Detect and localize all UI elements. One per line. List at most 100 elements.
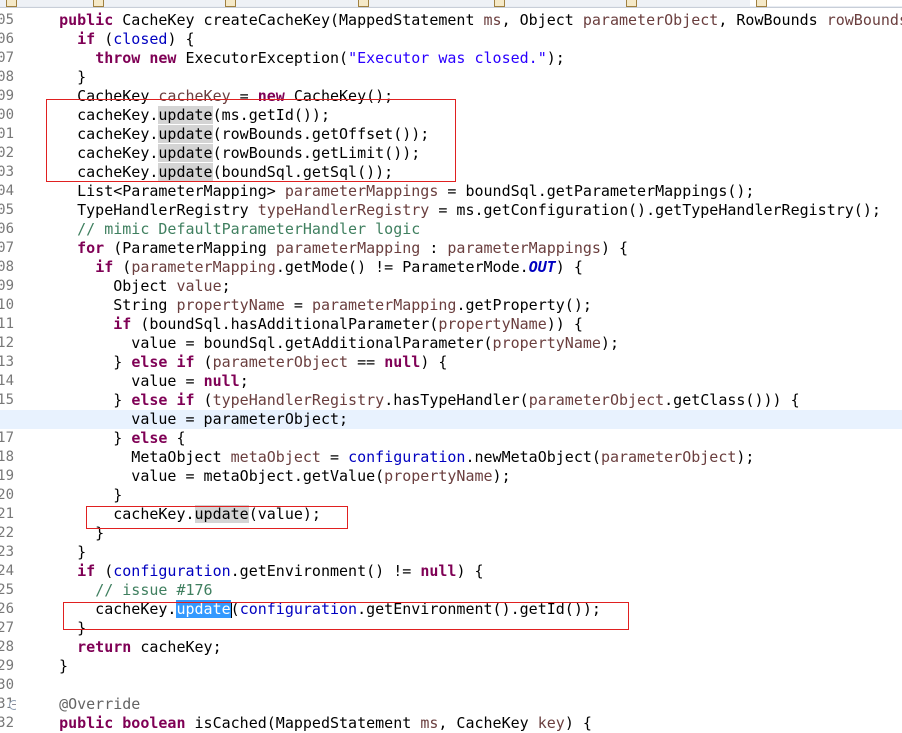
keyword: public (59, 11, 114, 29)
code-line: String propertyName = parameterMapping.g… (0, 296, 902, 315)
variable: parameterObject (528, 391, 665, 409)
code-line: } else if (typeHandlerRegistry.hasTypeHa… (0, 391, 902, 410)
code-line: TypeHandlerRegistry typeHandlerRegistry … (0, 201, 902, 220)
keyword: null (203, 372, 240, 390)
variable: typeHandlerRegistry (212, 391, 385, 409)
keyword: if (77, 562, 96, 580)
code-token: ( (230, 600, 240, 618)
variable: parameterMapping (311, 296, 457, 314)
keyword: if (95, 258, 114, 276)
code-line: } (0, 68, 902, 87)
variable: ms (483, 11, 502, 29)
variable: parameterObject (582, 11, 719, 29)
variable: propertyName (492, 334, 601, 352)
keyword: if (77, 30, 96, 48)
code-line: if (boundSql.hasAdditionalParameter(prop… (0, 315, 902, 334)
code-token: } (41, 391, 132, 409)
variable: parameterMapping (131, 258, 276, 276)
code-token: { (167, 429, 186, 447)
code-line: cacheKey.update(configuration.getEnviron… (0, 600, 902, 619)
annotation: @Override (59, 695, 141, 713)
code-line: value = metaObject.getValue(propertyName… (0, 467, 902, 486)
code-line: cacheKey.update(rowBounds.getOffset()); (0, 125, 902, 144)
code-line: if (parameterMapping.getMode() != Parame… (0, 258, 902, 277)
static-field: OUT (528, 258, 556, 276)
code-token: = (284, 296, 312, 314)
occurrence-highlight: update (158, 125, 213, 143)
occurrence-highlight: update (158, 106, 213, 124)
code-token: cacheKey. (41, 600, 177, 618)
variable: ms (420, 714, 439, 732)
code-token: = ms.getConfiguration().getTypeHandlerRe… (429, 201, 881, 219)
code-token: ) { (167, 30, 195, 48)
code-token: .hasTypeHandler( (384, 391, 529, 409)
code-line: @Override (0, 695, 902, 714)
keyword: null (384, 353, 421, 371)
code-token: } (41, 486, 123, 504)
keyword: throw (95, 49, 141, 67)
code-line: // issue #176 (0, 581, 902, 600)
variable: typeHandlerRegistry (257, 201, 430, 219)
code-token: } (41, 429, 132, 447)
code-line: } else { (0, 429, 902, 448)
code-line: if (closed) { (0, 30, 902, 49)
occurrence-highlight: update (158, 144, 213, 162)
keyword: null (420, 562, 457, 580)
code-token: cacheKey. (41, 144, 159, 162)
field: configuration (113, 562, 231, 580)
code-token: (value); (248, 505, 321, 523)
code-token: value = metaObject.getValue( (41, 467, 385, 485)
code-token: List<ParameterMapping> (41, 182, 285, 200)
code-token: ) { (564, 714, 592, 732)
code-token: } (41, 543, 87, 561)
field: closed (113, 30, 168, 48)
code-line: throw new ExecutorException("Executor wa… (0, 49, 902, 68)
code-editor[interactable]: public CacheKey createCacheKey(MappedSta… (0, 0, 902, 732)
code-token: ) { (456, 562, 484, 580)
keyword: else (131, 353, 168, 371)
code-token: cacheKey. (41, 125, 159, 143)
code-token: ) { (555, 258, 583, 276)
code-token: (rowBounds.getLimit()); (212, 144, 421, 162)
comment: // issue #176 (95, 581, 213, 599)
code-token: , CacheKey (438, 714, 538, 732)
code-token: CacheKey (41, 87, 159, 105)
keyword: if (176, 353, 195, 371)
code-token: ) { (600, 239, 629, 257)
code-token: )) { (546, 315, 583, 333)
code-token: (boundSql.hasAdditionalParameter( (131, 315, 439, 333)
java-file-icon (6, 0, 17, 7)
code-token: cacheKey. (41, 505, 195, 523)
keyword: boolean (122, 714, 186, 732)
code-line: } (0, 543, 902, 562)
code-token: .getEnvironment().getId()); (357, 600, 601, 618)
variable: parameterObject (600, 448, 737, 466)
code-token: cacheKey. (41, 106, 159, 124)
code-line: } (0, 619, 902, 638)
code-token: , RowBounds (718, 11, 827, 29)
keyword: for (77, 239, 105, 257)
code-line: return cacheKey; (0, 638, 902, 657)
variable: metaObject (230, 448, 321, 466)
code-token: ( (194, 391, 213, 409)
variable: propertyName (176, 296, 285, 314)
keyword: new (257, 87, 285, 105)
selected-text: update (176, 600, 231, 618)
code-line: MetaObject metaObject = configuration.ne… (0, 448, 902, 467)
code-line: cacheKey.update(rowBounds.getLimit()); (0, 144, 902, 163)
code-token: ( (113, 258, 132, 276)
code-token: ); (600, 334, 619, 352)
code-token: value = parameterObject; (41, 410, 349, 428)
code-line: cacheKey.update(value); (0, 505, 902, 524)
code-token: ); (492, 467, 511, 485)
code-token: .newMetaObject( (465, 448, 601, 466)
